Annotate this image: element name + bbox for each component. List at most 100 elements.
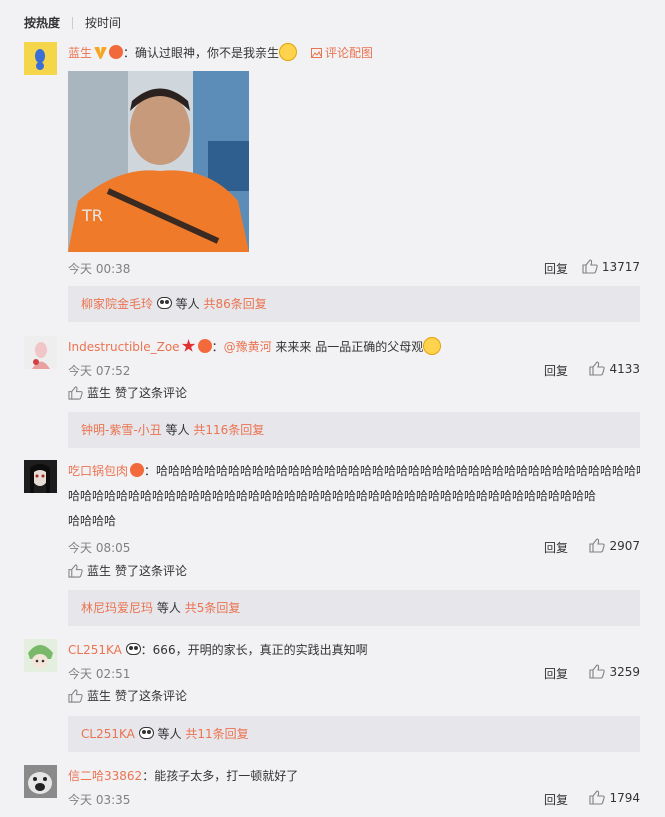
fan-badge-icon <box>197 339 212 353</box>
like-button[interactable]: 1794 <box>589 790 640 805</box>
username[interactable]: 蓝生 <box>68 46 92 60</box>
liker-name[interactable]: 蓝生 <box>87 687 111 704</box>
comment-meta: 今天 07:52 回复 4133 <box>68 359 640 381</box>
reply-button[interactable]: 回复 <box>544 791 568 808</box>
thumbs-up-icon <box>589 538 606 553</box>
avatar[interactable] <box>24 42 57 75</box>
others-label: 等人 <box>175 297 200 311</box>
reply-button[interactable]: 回复 <box>544 539 568 556</box>
username[interactable]: 信二哈33862 <box>68 769 142 783</box>
sort-bar: 按热度 按时间 <box>24 14 121 31</box>
avatar[interactable] <box>24 460 57 493</box>
comment-text-line: 信二哈33862：能孩子太多，打一顿就好了 <box>68 765 640 788</box>
author-liked-row: 蓝生 赞了这条评论 <box>68 384 187 401</box>
total-replies-link[interactable]: 共116条回复 <box>193 423 264 437</box>
author-liked-row: 蓝生 赞了这条评论 <box>68 687 187 704</box>
comment-body: CL251KA ：666，开明的家长，真正的实践出真知啊 今天 02:51 回复… <box>68 639 640 703</box>
comment-body: 信二哈33862：能孩子太多，打一顿就好了 今天 03:35 回复 1794 <box>68 765 640 807</box>
comment-item: CL251KA ：666，开明的家长，真正的实践出真知啊 今天 02:51 回复… <box>24 639 640 755</box>
comment-text: ：哈哈哈哈哈哈哈哈哈哈哈哈哈哈哈哈哈哈哈哈哈哈哈哈哈哈哈哈哈哈哈哈哈哈哈哈哈哈哈… <box>144 464 640 478</box>
like-count: 2907 <box>609 538 640 553</box>
liker-name[interactable]: 蓝生 <box>87 562 111 579</box>
comment-time: 今天 07:52 <box>68 364 131 378</box>
like-button[interactable]: 2907 <box>589 538 640 553</box>
sub-replies-box[interactable]: 钟明-紫雪-小丑 等人 共116条回复 <box>68 412 640 448</box>
comment-text-line: 蓝生 ：确认过眼神，你不是我亲生 评论配图 <box>68 42 640 65</box>
like-count: 1794 <box>609 790 640 805</box>
comment-time: 今天 00:38 <box>68 262 131 276</box>
comment-text: ：能孩子太多，打一顿就好了 <box>142 769 299 783</box>
laughing-emoji-icon <box>279 43 298 61</box>
comment-text-line: 哈哈哈哈哈哈哈哈哈哈哈哈哈哈哈哈哈哈哈哈哈哈哈哈哈哈哈哈哈哈哈哈哈哈哈哈哈哈哈哈… <box>68 489 597 503</box>
comment-item: 信二哈33862：能孩子太多，打一顿就好了 今天 03:35 回复 1794 <box>24 765 640 815</box>
reply-button[interactable]: 回复 <box>544 362 568 379</box>
comment-meta: 今天 00:38 回复 13717 <box>68 257 640 279</box>
like-button[interactable]: 3259 <box>589 664 640 679</box>
comment-time: 今天 03:35 <box>68 793 131 807</box>
thumbs-up-icon <box>589 664 606 679</box>
reply-button[interactable]: 回复 <box>544 260 568 277</box>
panda-icon <box>138 727 154 739</box>
comment-meta: 今天 08:05 回复 2907 <box>68 536 640 558</box>
comment-text-line: CL251KA ：666，开明的家长，真正的实践出真知啊 <box>68 639 640 662</box>
sub-replies-box[interactable]: 林尼玛爱尼玛 等人 共5条回复 <box>68 590 640 626</box>
sub-reply-user[interactable]: CL251KA <box>81 727 135 741</box>
like-count: 3259 <box>609 664 640 679</box>
username[interactable]: 吃口锅包肉 <box>68 464 128 478</box>
liked-label: 赞了这条评论 <box>115 564 188 578</box>
comment-item: 吃口锅包肉 ：哈哈哈哈哈哈哈哈哈哈哈哈哈哈哈哈哈哈哈哈哈哈哈哈哈哈哈哈哈哈哈哈哈哈… <box>24 460 640 628</box>
sub-replies-box[interactable]: CL251KA 等人 共11条回复 <box>68 716 640 752</box>
comment-pic-label: 评论配图 <box>325 46 374 60</box>
comment-text: 来来来 品一品正确的父母观 <box>271 340 424 354</box>
comment-photo[interactable]: TR <box>68 71 249 252</box>
comment-body: Indestructible_Zoe ：@豫黄河 来来来 品一品正确的父母观 今天… <box>68 336 640 400</box>
avatar[interactable] <box>24 765 57 798</box>
sub-reply-user[interactable]: 柳家院金毛玲 <box>81 297 153 311</box>
total-replies-link[interactable]: 共86条回复 <box>204 297 267 311</box>
comment-item: 蓝生 ：确认过眼神，你不是我亲生 评论配图 TR 今天 00:38 回复 13717 <box>24 42 640 327</box>
others-label: 等人 <box>156 601 181 615</box>
liker-name[interactable]: 蓝生 <box>87 384 111 401</box>
reply-button[interactable]: 回复 <box>544 665 568 682</box>
comment-text-line: 吃口锅包肉 ：哈哈哈哈哈哈哈哈哈哈哈哈哈哈哈哈哈哈哈哈哈哈哈哈哈哈哈哈哈哈哈哈哈哈… <box>68 460 640 483</box>
comment-meta: 今天 02:51 回复 3259 <box>68 662 640 684</box>
picture-icon <box>311 48 323 58</box>
liked-label: 赞了这条评论 <box>115 689 188 703</box>
fan-badge-icon <box>130 463 145 477</box>
comment-text: ：666，开明的家长，真正的实践出真知啊 <box>140 643 368 657</box>
thumbs-up-icon <box>589 361 606 376</box>
username[interactable]: CL251KA <box>68 643 122 657</box>
like-button[interactable]: 4133 <box>589 361 640 376</box>
sub-reply-user[interactable]: 林尼玛爱尼玛 <box>81 601 153 615</box>
sub-replies-box[interactable]: 柳家院金毛玲 等人 共86条回复 <box>68 286 640 322</box>
thumbs-up-icon <box>589 790 606 805</box>
author-liked-row: 蓝生 赞了这条评论 <box>68 562 187 579</box>
thumbs-up-icon <box>68 563 83 578</box>
comment-pic-link[interactable]: 评论配图 <box>311 46 373 60</box>
like-count: 13717 <box>601 259 640 274</box>
avatar[interactable] <box>24 639 57 672</box>
sort-by-time[interactable]: 按时间 <box>85 14 121 31</box>
sort-by-hot[interactable]: 按热度 <box>24 14 60 31</box>
thumbs-up-icon <box>582 259 598 274</box>
username[interactable]: Indestructible_Zoe <box>68 340 180 354</box>
mention-link[interactable]: @豫黄河 <box>224 340 272 354</box>
like-button[interactable]: 13717 <box>582 259 640 274</box>
panda-icon <box>125 643 141 655</box>
sort-divider <box>72 16 74 29</box>
comment-body: 吃口锅包肉 ：哈哈哈哈哈哈哈哈哈哈哈哈哈哈哈哈哈哈哈哈哈哈哈哈哈哈哈哈哈哈哈哈哈哈… <box>68 460 640 578</box>
avatar[interactable] <box>24 336 57 369</box>
comment-text-line: Indestructible_Zoe ：@豫黄河 来来来 品一品正确的父母观 <box>68 336 640 359</box>
others-label: 等人 <box>165 423 190 437</box>
comment-time: 今天 02:51 <box>68 667 131 681</box>
total-replies-link[interactable]: 共5条回复 <box>185 601 241 615</box>
comment-body: 蓝生 ：确认过眼神，你不是我亲生 评论配图 TR 今天 00:38 回复 13717 <box>68 42 640 276</box>
sub-reply-user[interactable]: 钟明-紫雪-小丑 <box>81 423 162 437</box>
panda-icon <box>156 297 172 309</box>
comment-meta: 今天 03:35 回复 1794 <box>68 788 640 810</box>
total-replies-link[interactable]: 共11条回复 <box>185 727 248 741</box>
fan-badge-icon <box>109 45 124 59</box>
comment-text: ：确认过眼神，你不是我亲生 <box>123 46 280 60</box>
comment-text-line: 哈哈哈哈 <box>68 514 117 528</box>
thumbs-up-icon <box>68 688 83 703</box>
